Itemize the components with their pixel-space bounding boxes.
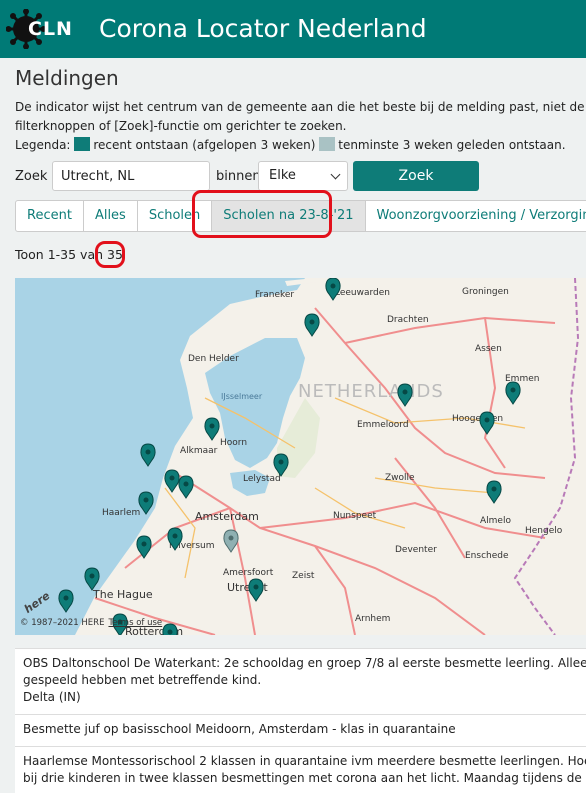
- tab-recent[interactable]: Recent: [16, 201, 84, 231]
- chevron-down-icon: [330, 169, 341, 180]
- report-line: OBS Daltonschool De Waterkant: 2e school…: [23, 656, 586, 670]
- search-button[interactable]: Zoek: [353, 161, 479, 191]
- city-alkmaar: Alkmaar: [180, 446, 218, 456]
- logo-text: CLN: [28, 18, 73, 40]
- city-zwolle: Zwolle: [385, 473, 415, 483]
- city-enschede: Enschede: [465, 551, 509, 561]
- copyright-text: © 1987–2021 HERE: [20, 618, 105, 628]
- report-line: Besmette juf op basisschool Meidoorn, Am…: [23, 722, 456, 736]
- within-label: binnen: [216, 169, 261, 184]
- highlight-active-tab: [192, 190, 332, 238]
- app-header: CLN Corona Locator Nederland: [0, 0, 586, 58]
- map-marker: [397, 383, 413, 407]
- tab-alles[interactable]: Alles: [84, 201, 138, 231]
- info-line-1: De indicator wijst het centrum van de ge…: [15, 100, 586, 114]
- map-marker: [178, 475, 194, 499]
- map-canvas[interactable]: Franeker Leeuwarden Groningen Drachten A…: [15, 278, 586, 635]
- range-select-value: Elke: [269, 168, 296, 183]
- city-den-helder: Den Helder: [188, 354, 239, 364]
- city-arnhem: Arnhem: [355, 614, 390, 624]
- border: [513, 278, 580, 635]
- map-marker: [204, 417, 220, 441]
- city-franeker: Franeker: [255, 290, 294, 300]
- report-line: Delta (IN): [23, 690, 81, 704]
- map-marker: [164, 469, 180, 493]
- map-marker: [486, 480, 502, 504]
- info-line-2: filterknoppen of [Zoek]-functie om geric…: [15, 119, 347, 133]
- legend-recent-swatch: [74, 137, 91, 151]
- city-amsterdam: Amsterdam: [195, 510, 259, 523]
- city-emmeloord: Emmeloord: [357, 420, 409, 430]
- map-marker: [248, 578, 264, 602]
- report-line: gespeeld hebben met betreffende kind.: [23, 673, 262, 687]
- city-assen: Assen: [475, 344, 502, 354]
- legend: Legenda: recent ontstaan (afgelopen 3 we…: [15, 136, 586, 155]
- city-zeist: Zeist: [292, 571, 315, 581]
- tab-woonzorgvoorziening[interactable]: Woonzorgvoorziening / Verzorging: [366, 201, 586, 231]
- report-line: Haarlemse Montessorischool 2 klassen in …: [23, 754, 586, 768]
- page-title: Meldingen: [15, 66, 119, 90]
- report-item[interactable]: Haarlemse Montessorischool 2 klassen in …: [15, 746, 586, 795]
- city-hoorn: Hoorn: [220, 438, 247, 448]
- city-haarlem: Haarlem: [102, 508, 140, 518]
- report-item[interactable]: Besmette juf op basisschool Meidoorn, Am…: [15, 714, 586, 746]
- legend-prefix: Legenda:: [15, 138, 71, 152]
- search-label: Zoek: [15, 169, 48, 184]
- map-marker: [162, 623, 178, 635]
- results-prefix: Toon 1-35 van: [15, 247, 104, 262]
- map-marker: [479, 411, 495, 435]
- map-marker-old: [223, 529, 239, 553]
- report-line: bij drie kinderen in twee klassen besmet…: [23, 771, 586, 785]
- report-list: OBS Daltonschool De Waterkant: 2e school…: [15, 648, 586, 795]
- city-amersfoort: Amersfoort: [223, 568, 274, 578]
- legend-old-swatch: [319, 137, 336, 151]
- city-deventer: Deventer: [395, 545, 437, 555]
- map-marker: [304, 313, 320, 337]
- city-leeuwarden: Leeuwarden: [335, 288, 390, 298]
- range-select[interactable]: Elke: [258, 161, 348, 191]
- info-text: De indicator wijst het centrum van de ge…: [15, 98, 586, 155]
- highlight-results-total: [95, 241, 125, 268]
- city-the-hague: The Hague: [92, 588, 153, 601]
- map[interactable]: Franeker Leeuwarden Groningen Drachten A…: [15, 278, 586, 635]
- lake-label: IJsselmeer: [221, 392, 263, 401]
- map-marker: [136, 535, 152, 559]
- legend-old-label: tenminste 3 weken geleden ontstaan.: [338, 138, 566, 152]
- country-label: NETHERLANDS: [298, 381, 444, 402]
- main-content: Meldingen De indicator wijst het centrum…: [0, 58, 586, 795]
- city-hoogeveen: Hoogeveen: [452, 414, 503, 424]
- city-groningen: Groningen: [462, 287, 509, 297]
- city-hengelo: Hengelo: [525, 526, 563, 536]
- map-marker: [505, 381, 521, 405]
- city-almelo: Almelo: [480, 516, 511, 526]
- app-title[interactable]: Corona Locator Nederland: [99, 14, 427, 43]
- map-copyright: © 1987–2021 HERE Terms of use: [20, 618, 162, 628]
- city-nunspeet: Nunspeet: [333, 511, 377, 521]
- cln-logo[interactable]: CLN: [5, 8, 82, 50]
- city-drachten: Drachten: [387, 315, 429, 325]
- terms-of-use-link[interactable]: Terms of use: [108, 618, 162, 628]
- city-lelystad: Lelystad: [243, 474, 281, 484]
- report-item[interactable]: OBS Daltonschool De Waterkant: 2e school…: [15, 648, 586, 714]
- legend-recent-label: recent ontstaan (afgelopen 3 weken): [93, 138, 316, 152]
- search-input[interactable]: [52, 161, 210, 191]
